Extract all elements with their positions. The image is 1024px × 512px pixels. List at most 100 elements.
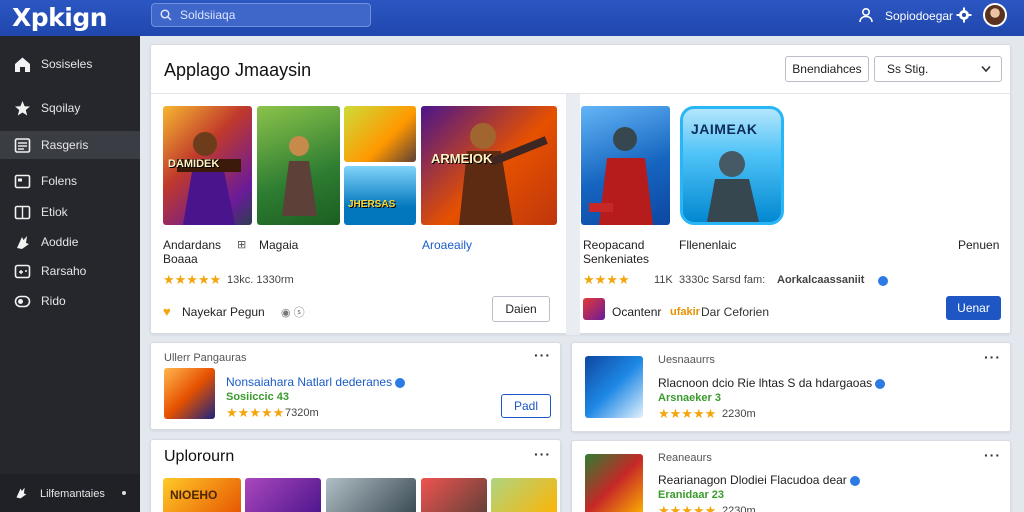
install-button[interactable]: Uenar <box>946 296 1001 320</box>
heart-icon: ♥ <box>163 304 171 319</box>
game-thumbnail[interactable]: ARMEIOK <box>421 106 557 225</box>
thumb-title: JHERSAS <box>348 199 396 210</box>
game-thumbnail[interactable] <box>585 356 643 418</box>
rating-stars: ★★★★★ <box>658 503 717 512</box>
game-thumbnail[interactable] <box>245 478 321 512</box>
developer-extra: Dar Ceforien <box>701 305 770 319</box>
developer-link[interactable]: Aorkalcaassaniit <box>777 274 864 286</box>
sidebar-item-label: Aoddie <box>41 235 79 249</box>
game-thumbnail[interactable] <box>257 106 340 225</box>
folder-icon <box>14 174 31 189</box>
sidebar-item-label: Sosiseles <box>41 57 93 71</box>
game-subtitle: Boaaa <box>163 252 198 266</box>
sidebar-item-label: Rarsaho <box>41 264 87 278</box>
sidebar-item-folders[interactable]: Folens <box>0 167 140 195</box>
sidebar-bottom-label: Lilfemantaies <box>40 488 105 500</box>
sidebar-bottom[interactable]: Lilfemantaies <box>0 474 140 512</box>
play-button[interactable]: Padl <box>501 394 551 418</box>
developer-avatar <box>583 298 605 320</box>
user-icon[interactable] <box>858 7 874 23</box>
gamepad-icon <box>14 264 31 279</box>
thumb-title: DAMIDEK <box>168 158 220 170</box>
search-input[interactable]: Soldsiiaqa <box>151 3 371 27</box>
sidebar-item-categories[interactable]: Rasgeris <box>0 131 140 159</box>
game-tag: Sosiiccic 43 <box>226 391 289 403</box>
puzzle-icon <box>16 487 27 499</box>
download-count: 2230m <box>722 505 756 512</box>
sidebar-item-games[interactable]: Rarsaho <box>0 257 140 285</box>
star-icon <box>15 101 30 116</box>
game-thumbnail[interactable] <box>164 368 215 419</box>
more-icon[interactable] <box>122 491 126 495</box>
app-logo[interactable]: Xpkign <box>12 3 108 32</box>
news-card: Uesnaaurrs ··· Rlacnoon dcio Rie lhtas S… <box>571 342 1011 432</box>
game-link[interactable]: Aroaeaily <box>422 238 472 252</box>
verified-icon <box>395 377 406 388</box>
divider <box>566 94 580 335</box>
thumb-title: JAIMEAK <box>691 121 758 137</box>
book-icon <box>14 205 31 220</box>
game-thumbnail[interactable]: NIOEHO <box>163 478 241 512</box>
game-thumbnail[interactable] <box>344 106 416 162</box>
game-title[interactable]: Magaia <box>259 238 298 252</box>
windows-icon: ⊞ <box>237 239 247 251</box>
developer-name[interactable]: Ocantenr <box>612 305 661 319</box>
sidebar-item-addons[interactable]: Aoddie <box>0 228 140 256</box>
thumb-title: ARMEIOK <box>431 151 493 166</box>
thumb-title: NIOEHO <box>170 488 218 502</box>
sidebar-item-favorites[interactable]: Sqoilay <box>0 94 140 122</box>
game-thumbnail[interactable] <box>491 478 557 512</box>
news-tag: Eranidaar 23 <box>658 489 725 501</box>
top-bar: Xpkign Soldsiiaqa Sopiodoegar <box>0 0 1024 36</box>
more-icon[interactable]: ··· <box>984 349 1001 365</box>
game-subtitle: Senkeniates <box>583 252 650 266</box>
username[interactable]: Sopiodoegar <box>885 9 953 23</box>
game-title[interactable]: Reopacand <box>583 238 644 252</box>
sidebar-item-label: Etiok <box>41 205 68 219</box>
news-tag: Arsnaeker 3 <box>658 392 721 404</box>
sidebar: Sosiseles Sqoilay Rasgeris Folens Etiok … <box>0 36 140 512</box>
sidebar-item-home[interactable]: Sosiseles <box>0 50 140 78</box>
home-icon <box>15 57 30 72</box>
rating-stars: ★★★★ <box>583 272 630 287</box>
puzzle-icon <box>17 236 29 249</box>
game-thumbnail[interactable] <box>585 454 643 512</box>
sidebar-item-book[interactable]: Etiok <box>0 198 140 226</box>
sidebar-item-toggle[interactable]: Rido <box>0 287 140 315</box>
rating-stars: ★★★★★ <box>226 405 285 420</box>
download-count: 2230m <box>722 408 756 420</box>
page-title: Applago Jmaaysin <box>164 60 312 80</box>
sort-select[interactable]: Sѕ Stig. <box>874 56 1002 82</box>
sort-select-value: Sѕ Stig. <box>887 62 929 76</box>
section-title: Uplorourn <box>164 448 235 465</box>
developer-name[interactable]: Nayekar Pegun <box>182 305 265 319</box>
news-card: Reaneaurs ··· Rearianagon Dlodiei Flacud… <box>571 440 1011 512</box>
sidebar-item-label: Rasgeris <box>41 138 89 152</box>
card-header: Reaneaurs <box>658 452 712 464</box>
card-header: Uesnaaurrs <box>658 354 715 366</box>
game-title[interactable]: Andardans <box>163 238 221 252</box>
info-icon: ◉ ⓢ <box>281 307 305 319</box>
side-label: Penuen <box>958 238 1000 252</box>
game-title[interactable]: Nonsaiahara Natlarl dederanes <box>226 375 406 389</box>
news-title[interactable]: Rlacnoon dcio Rie lhtas S da hdargaoas <box>658 376 886 390</box>
details-button[interactable]: Daien <box>492 296 550 322</box>
filter-button[interactable]: Bnendiahces <box>785 56 869 82</box>
verified-icon <box>849 475 860 486</box>
game-thumbnail[interactable] <box>421 478 487 512</box>
game-thumbnail[interactable] <box>581 106 670 225</box>
avatar[interactable] <box>983 3 1007 27</box>
game-title[interactable]: Fllenenlaic <box>679 238 736 252</box>
game-thumbnail[interactable]: JAIMEAK <box>680 106 784 225</box>
more-icon[interactable]: ··· <box>984 447 1001 463</box>
gear-icon[interactable] <box>956 7 972 23</box>
verified-icon <box>878 276 888 286</box>
news-title[interactable]: Rearianagon Dlodiei Flacudoa dear <box>658 473 860 487</box>
more-icon[interactable]: ··· <box>534 347 551 363</box>
game-thumbnail[interactable]: JHERSAS <box>344 166 416 225</box>
rating-stars: ★★★★★ <box>163 272 222 287</box>
card-header: Ullerr Pangauras <box>164 352 247 364</box>
search-placeholder: Soldsiiaqa <box>180 8 236 22</box>
more-icon[interactable]: ··· <box>534 446 551 462</box>
game-thumbnail[interactable] <box>326 478 416 512</box>
